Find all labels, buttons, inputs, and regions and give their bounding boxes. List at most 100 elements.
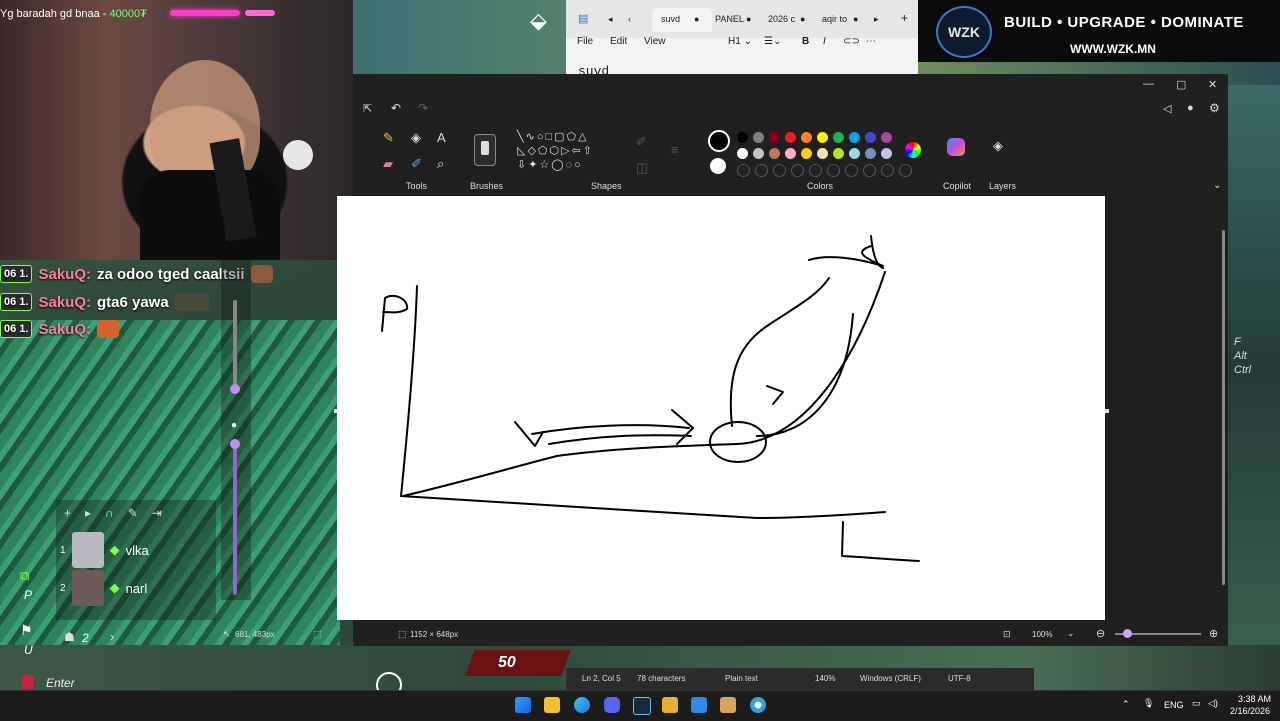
size-icon[interactable]: ≡ — [671, 142, 679, 157]
color-swatch[interactable] — [817, 148, 828, 159]
redo-icon[interactable]: ↷ — [418, 101, 428, 115]
game-launcher-icon[interactable] — [662, 697, 678, 713]
start-icon[interactable] — [515, 697, 531, 713]
color-swatch[interactable] — [785, 132, 796, 143]
new-tab-icon[interactable]: + — [901, 11, 908, 25]
text-icon[interactable]: A — [437, 130, 446, 145]
color-swatch[interactable] — [769, 132, 780, 143]
brushes-button[interactable] — [474, 134, 496, 166]
steam-icon[interactable] — [633, 697, 651, 715]
tab-2026[interactable]: 2026 c — [768, 14, 795, 24]
color-swatch[interactable] — [753, 148, 764, 159]
italic-icon[interactable]: I — [823, 36, 826, 47]
layers-icon[interactable]: ◈ — [993, 138, 1003, 154]
custom-color-slot[interactable] — [899, 164, 912, 177]
fill-shape-icon[interactable]: ◫ — [636, 160, 648, 176]
custom-color-slot[interactable] — [809, 164, 822, 177]
custom-color-slot[interactable] — [881, 164, 894, 177]
account-icon[interactable]: ● — [1187, 102, 1194, 114]
color-swatch[interactable] — [753, 132, 764, 143]
file-explorer-icon[interactable] — [544, 697, 560, 713]
custom-color-slot[interactable] — [773, 164, 786, 177]
language-indicator[interactable]: ENG — [1164, 700, 1184, 710]
scroll-left-icon[interactable]: ◂ — [608, 14, 613, 25]
close-button[interactable]: ✕ — [1208, 78, 1217, 91]
monitor-icon[interactable]: ▭ — [1192, 698, 1201, 709]
plus-icon[interactable]: + — [64, 506, 85, 520]
resize-handle[interactable] — [334, 409, 338, 413]
game-slider-handle[interactable] — [230, 439, 240, 449]
color-swatch[interactable] — [769, 148, 780, 159]
color-swatch[interactable] — [833, 148, 844, 159]
paint-taskbar-icon[interactable] — [750, 697, 766, 713]
color-swatch[interactable] — [785, 148, 796, 159]
custom-color-slot[interactable] — [791, 164, 804, 177]
game-slider-track[interactable] — [233, 300, 237, 390]
color-swatch[interactable] — [881, 132, 892, 143]
undo-icon[interactable]: ↶ — [391, 101, 401, 115]
zoom-slider-handle[interactable] — [1123, 629, 1132, 638]
tab-aqir[interactable]: aqir to — [822, 14, 847, 24]
color-swatch[interactable] — [817, 132, 828, 143]
copilot-icon[interactable] — [947, 138, 965, 156]
eraser-icon[interactable]: ▰ — [383, 156, 393, 172]
maximize-button[interactable]: ▢ — [1176, 78, 1186, 91]
fill-icon[interactable]: ◈ — [411, 130, 421, 146]
flag-icon[interactable]: ▸ — [85, 506, 105, 520]
drawing-canvas[interactable] — [337, 196, 1105, 620]
bold-icon[interactable]: B — [802, 36, 809, 47]
game-slider-handle[interactable] — [230, 384, 240, 394]
custom-color-slot[interactable] — [845, 164, 858, 177]
zoom-in-icon[interactable]: ⊕ — [1209, 627, 1218, 640]
menu-edit[interactable]: Edit — [610, 36, 627, 47]
scroll-right-icon[interactable]: ▸ — [874, 14, 879, 25]
edge-icon[interactable] — [574, 697, 590, 713]
chevron-right-icon[interactable]: › — [110, 629, 114, 644]
heading-select[interactable]: H1 ⌄ — [728, 36, 752, 47]
notepad-taskbar-icon[interactable] — [691, 697, 707, 713]
chevron-up-icon[interactable]: ⌃ — [1122, 699, 1130, 710]
color-picker-icon[interactable]: ✐ — [411, 156, 422, 172]
custom-color-slot[interactable] — [827, 164, 840, 177]
chevron-down-icon[interactable]: ⌄ — [1067, 628, 1075, 639]
headset-icon[interactable]: ∩ — [105, 506, 128, 520]
clock-time[interactable]: 3:38 AM — [1238, 694, 1271, 704]
brush-icon[interactable]: ✎ — [128, 506, 152, 520]
vertical-scrollbar[interactable] — [1222, 230, 1225, 585]
pencil-icon[interactable]: ✎ — [383, 130, 394, 146]
color-swatch[interactable] — [865, 148, 876, 159]
share-icon[interactable]: ⇱ — [363, 102, 372, 115]
link-icon[interactable]: ⊂⊃ — [843, 36, 860, 47]
menu-view[interactable]: View — [644, 36, 666, 47]
color-swatch[interactable] — [849, 132, 860, 143]
custom-color-slot[interactable] — [863, 164, 876, 177]
megaphone-icon[interactable]: ◁ — [1163, 102, 1171, 115]
magnifier-icon[interactable]: ⌕ — [437, 156, 444, 172]
zoom-out-icon[interactable]: ⊖ — [1096, 627, 1105, 640]
shapes-gallery[interactable]: ╲∿○□▢⬠△ ◺◇⬠⬡▷⇦⇧ ⇩✦☆◯◌○ — [517, 130, 623, 176]
microphone-icon[interactable]: 🎙 — [1143, 698, 1154, 709]
tab-panel[interactable]: PANEL — [715, 14, 744, 24]
app-taskbar-icon[interactable] — [720, 697, 736, 713]
exit-icon[interactable]: ⇥ — [152, 506, 176, 520]
voice-user[interactable]: 1 ◆ vlka — [60, 530, 149, 570]
menu-file[interactable]: File — [577, 36, 593, 47]
resize-handle[interactable] — [1105, 409, 1109, 413]
zoom-select[interactable]: 100% — [1032, 630, 1052, 639]
list-icon[interactable]: ☰⌄ — [764, 36, 781, 47]
clock-date[interactable]: 2/16/2026 — [1230, 706, 1270, 716]
more-icon[interactable]: ⋯ — [866, 36, 876, 47]
fit-screen-icon[interactable]: ⊡ — [1003, 629, 1011, 640]
outline-icon[interactable]: ✐ — [636, 134, 647, 150]
chevron-down-icon[interactable]: ⌄ — [1213, 180, 1221, 191]
tab-overflow-icon[interactable]: ‹ — [628, 14, 631, 24]
color-swatch[interactable] — [737, 148, 748, 159]
gear-icon[interactable]: ⚙ — [1209, 101, 1220, 115]
game-slider-track[interactable] — [233, 440, 237, 595]
color-swatch[interactable] — [865, 132, 876, 143]
color-swatch[interactable] — [801, 148, 812, 159]
color-swatch[interactable] — [737, 132, 748, 143]
color-swatch[interactable] — [881, 148, 892, 159]
secondary-color[interactable] — [710, 158, 726, 174]
color-wheel-icon[interactable] — [905, 142, 921, 158]
